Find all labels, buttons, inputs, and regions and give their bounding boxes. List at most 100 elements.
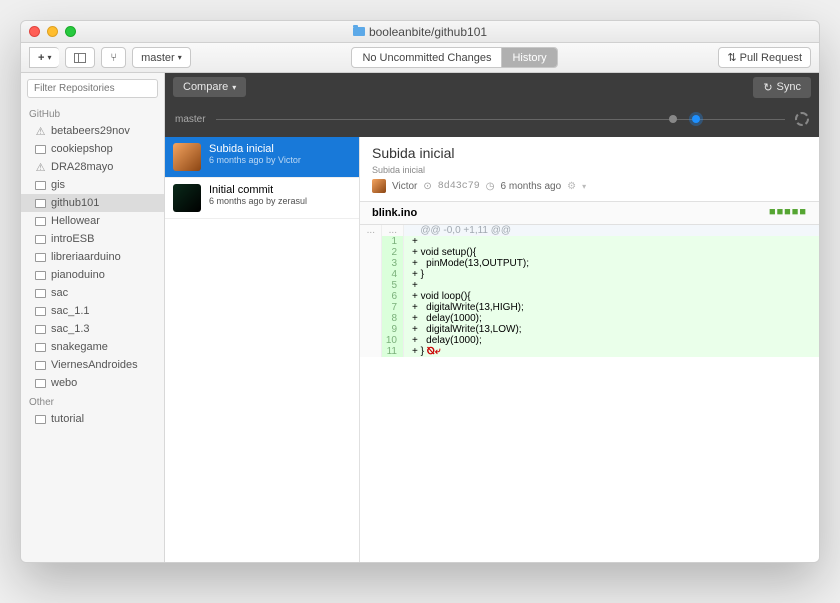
sync-button[interactable]: Sync: [753, 77, 811, 98]
changes-tab[interactable]: No Uncommitted Changes: [352, 48, 502, 67]
repo-label: ViernesAndroides: [51, 359, 138, 371]
repo-icon: [35, 181, 46, 190]
sync-icon: [763, 81, 772, 94]
warning-icon: ⚠: [35, 163, 46, 172]
diff-stats: ■■■■■: [769, 207, 807, 219]
diff-line: 1+: [360, 236, 819, 247]
no-newline-icon: ⦰⤶: [424, 346, 440, 357]
title-text: booleanbite/github101: [369, 25, 487, 39]
commit-item[interactable]: Initial commit6 months ago by zerasul: [165, 178, 359, 219]
repo-label: betabeers29nov: [51, 125, 130, 137]
commit-item[interactable]: Subida inicial6 months ago by Victor: [165, 137, 359, 178]
window-title: booleanbite/github101: [21, 25, 819, 39]
compare-bar: Compare▾ Sync: [165, 73, 819, 101]
timeline-track: [216, 119, 785, 120]
repo-icon: [35, 325, 46, 334]
repo-label: sac: [51, 287, 68, 299]
sidebar-repo-item[interactable]: ⚠DRA28mayo: [21, 158, 164, 176]
commit-detail: Subida inicial Subida inicial Victor 8d4…: [360, 137, 819, 562]
sidebar-repo-item[interactable]: tutorial: [21, 410, 164, 428]
file-name: blink.ino: [372, 207, 417, 219]
history-timeline[interactable]: master: [165, 101, 819, 137]
gear-icon[interactable]: [567, 181, 576, 192]
sidebar-repo-item[interactable]: sac_1.3: [21, 320, 164, 338]
commit-time: 6 months ago: [501, 181, 562, 192]
chevron-down-icon: ▾: [232, 83, 236, 92]
repo-label: cookiepshop: [51, 143, 113, 155]
diff-line: 5+: [360, 280, 819, 291]
branch-button[interactable]: [101, 47, 126, 68]
timeline-commit-dot[interactable]: [669, 115, 677, 123]
sidebar-repo-item[interactable]: gis: [21, 176, 164, 194]
commit-avatar: [173, 143, 201, 171]
repo-label: webo: [51, 377, 77, 389]
commit-avatar: [173, 184, 201, 212]
repo-icon: [35, 271, 46, 280]
repo-label: pianoduino: [51, 269, 105, 281]
sidebar-repo-item[interactable]: ⚠betabeers29nov: [21, 122, 164, 140]
detail-subtitle: Subida inicial: [372, 165, 807, 175]
folder-icon: [353, 27, 365, 36]
commit-title: Initial commit: [209, 184, 351, 196]
sidebar-repo-item[interactable]: snakegame: [21, 338, 164, 356]
diff-line: 11+ } ⦰⤶: [360, 346, 819, 357]
sidebar-section-header: GitHub: [21, 104, 164, 122]
sidebar-repo-item[interactable]: introESB: [21, 230, 164, 248]
add-button[interactable]: ▾: [29, 47, 59, 68]
chevron-down-icon: ▾: [178, 53, 182, 62]
diff-line: 7+ digitalWrite(13,HIGH);: [360, 302, 819, 313]
sidebar-repo-item[interactable]: libreriaarduino: [21, 248, 164, 266]
sidebar-repo-item[interactable]: pianoduino: [21, 266, 164, 284]
commit-meta: 6 months ago by Victor: [209, 155, 351, 165]
diff-line: 10+ delay(1000);: [360, 335, 819, 346]
diff-line: 6+ void loop(){: [360, 291, 819, 302]
timeline-selected-dot[interactable]: [692, 115, 700, 123]
panel-icon: [74, 53, 86, 63]
diff-line: 3+ pinMode(13,OUTPUT);: [360, 258, 819, 269]
repo-icon: [35, 289, 46, 298]
sidebar-repo-item[interactable]: sac: [21, 284, 164, 302]
repo-sidebar: GitHub⚠betabeers29novcookiepshop⚠DRA28ma…: [21, 73, 165, 562]
diff-line: 4+ }: [360, 269, 819, 280]
repo-label: tutorial: [51, 413, 84, 425]
sidebar-repo-item[interactable]: sac_1.1: [21, 302, 164, 320]
file-header[interactable]: blink.ino ■■■■■: [360, 202, 819, 225]
branch-selector[interactable]: master▾: [132, 47, 191, 68]
commit-title: Subida inicial: [209, 143, 351, 155]
sidebar-section-header: Other: [21, 392, 164, 410]
repo-icon: [35, 307, 46, 316]
repo-icon: [35, 379, 46, 388]
timeline-branch-label: master: [175, 114, 206, 125]
compare-button[interactable]: Compare▾: [173, 77, 246, 97]
commit-meta: 6 months ago by zerasul: [209, 196, 351, 206]
diff-view: ...... @@ -0,0 +1,11 @@1+2+ void setup()…: [360, 225, 819, 562]
repo-label: Hellowear: [51, 215, 100, 227]
author-avatar: [372, 179, 386, 193]
commit-list: Subida inicial6 months ago by VictorInit…: [165, 137, 360, 562]
app-window: booleanbite/github101 ▾ master▾ No Uncom…: [20, 20, 820, 563]
toggle-sidebar-button[interactable]: [65, 47, 95, 68]
sidebar-repo-item[interactable]: ViernesAndroides: [21, 356, 164, 374]
filter-repos-input[interactable]: [27, 79, 158, 98]
repo-label: sac_1.3: [51, 323, 90, 335]
commit-sha: 8d43c79: [438, 181, 480, 192]
gutter: ...: [360, 225, 382, 236]
repo-icon: [35, 145, 46, 154]
repo-label: introESB: [51, 233, 94, 245]
repo-label: sac_1.1: [51, 305, 90, 317]
branch-icon: [110, 52, 117, 64]
chevron-down-icon[interactable]: ▾: [582, 182, 586, 191]
history-tab[interactable]: History: [502, 48, 556, 67]
pull-request-button[interactable]: Pull Request: [718, 47, 811, 68]
sidebar-repo-item[interactable]: cookiepshop: [21, 140, 164, 158]
timeline-head-icon: [795, 112, 809, 126]
view-segmented: No Uncommitted Changes History: [351, 47, 557, 68]
repo-icon: [35, 343, 46, 352]
sidebar-repo-item[interactable]: webo: [21, 374, 164, 392]
sidebar-repo-item[interactable]: Hellowear: [21, 212, 164, 230]
diff-line: 8+ delay(1000);: [360, 313, 819, 324]
repo-icon: [35, 199, 46, 208]
repo-icon: [35, 361, 46, 370]
repo-label: libreriaarduino: [51, 251, 121, 263]
sidebar-repo-item[interactable]: github101: [21, 194, 164, 212]
